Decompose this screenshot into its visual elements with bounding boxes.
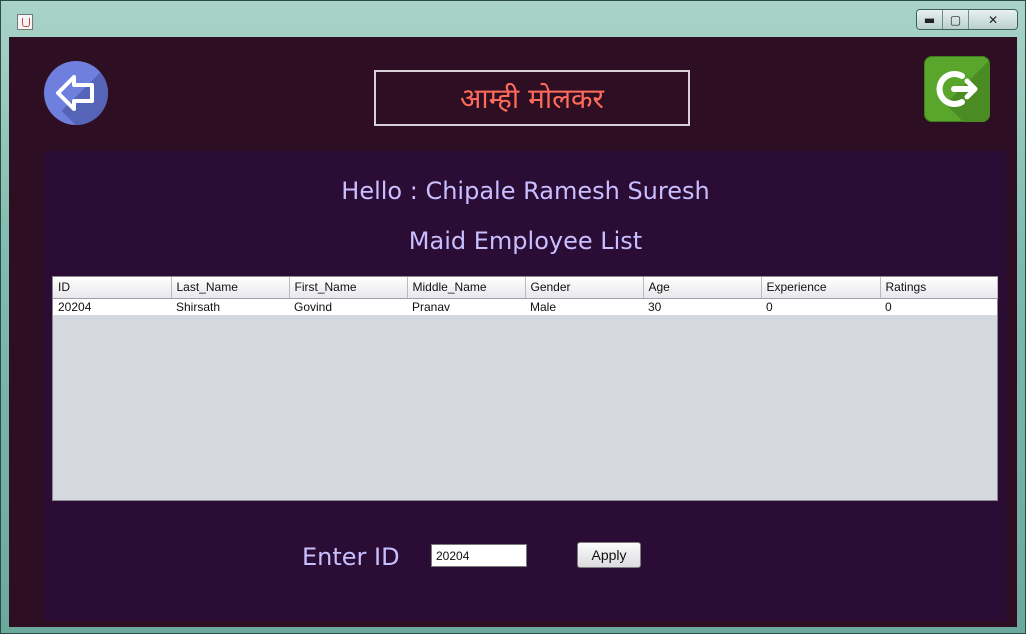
cell-gender: Male xyxy=(525,298,643,315)
column-header-last-name[interactable]: Last_Name xyxy=(171,277,290,299)
app-title: आम्ही मोलकर xyxy=(374,70,690,126)
maximize-button[interactable]: ▢ xyxy=(943,10,969,29)
cell-id: 20204 xyxy=(53,298,171,315)
apply-button[interactable]: Apply xyxy=(577,542,641,568)
window-controls: ▬ ▢ ✕ xyxy=(916,9,1018,30)
cell-age: 30 xyxy=(643,298,761,315)
table-header-row: ID Last_Name First_Name Middle_Name Gend… xyxy=(53,277,998,299)
cell-last-name: Shirsath xyxy=(171,298,289,315)
back-button[interactable] xyxy=(44,61,108,125)
cell-first-name: Govind xyxy=(289,298,407,315)
minimize-button[interactable]: ▬ xyxy=(917,10,943,29)
title-bar: ▬ ▢ ✕ xyxy=(1,1,1026,37)
column-header-id[interactable]: ID xyxy=(53,277,172,299)
column-header-experience[interactable]: Experience xyxy=(761,277,881,299)
cell-experience: 0 xyxy=(761,298,880,315)
employee-table[interactable]: ID Last_Name First_Name Middle_Name Gend… xyxy=(52,276,998,501)
exit-button[interactable] xyxy=(924,56,990,122)
cell-ratings: 0 xyxy=(880,298,997,315)
column-header-first-name[interactable]: First_Name xyxy=(289,277,408,299)
enter-id-label: Enter ID xyxy=(302,543,400,571)
close-button[interactable]: ✕ xyxy=(969,10,1017,29)
content-frame: आम्ही मोलकर Hello : Chipale Ramesh Sures… xyxy=(9,37,1017,627)
greeting-text: Hello : Chipale Ramesh Suresh xyxy=(341,177,710,205)
cell-middle-name: Pranav xyxy=(407,298,525,315)
column-header-gender[interactable]: Gender xyxy=(525,277,644,299)
table-row[interactable]: 20204 Shirsath Govind Pranav Male 30 0 0 xyxy=(53,298,997,315)
java-app-icon xyxy=(17,14,33,30)
list-title: Maid Employee List xyxy=(408,227,643,255)
back-arrow-icon xyxy=(56,75,94,111)
column-header-middle-name[interactable]: Middle_Name xyxy=(407,277,526,299)
employee-panel: Hello : Chipale Ramesh Suresh Maid Emplo… xyxy=(44,151,1007,621)
id-input[interactable] xyxy=(431,544,527,567)
app-window: ▬ ▢ ✕ आम्ही मोलकर Hello : Chipale Ramesh… xyxy=(0,0,1026,634)
exit-power-icon xyxy=(936,71,978,107)
column-header-age[interactable]: Age xyxy=(643,277,762,299)
column-header-ratings[interactable]: Ratings xyxy=(880,277,998,299)
